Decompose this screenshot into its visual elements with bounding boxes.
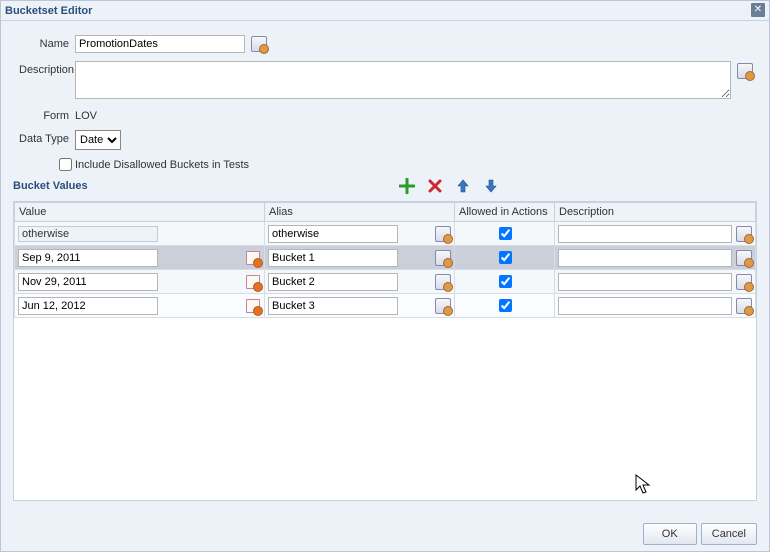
validation-icon[interactable] [435, 226, 451, 242]
datatype-label: Data Type [19, 130, 75, 145]
cancel-button[interactable]: Cancel [701, 523, 757, 545]
datatype-select[interactable]: Date [75, 130, 121, 150]
validation-icon[interactable] [736, 298, 752, 314]
button-bar: OK Cancel [643, 523, 757, 545]
value-field[interactable] [18, 273, 158, 291]
dialog-title: Bucketset Editor [5, 5, 92, 17]
include-disallowed-label[interactable]: Include Disallowed Buckets in Tests [59, 158, 751, 171]
table-row[interactable] [15, 246, 756, 270]
include-disallowed-checkbox[interactable] [59, 158, 72, 171]
col-allowed[interactable]: Allowed in Actions [455, 203, 555, 222]
close-icon[interactable]: ✕ [751, 3, 765, 17]
bucketset-editor-dialog: Bucketset Editor ✕ Name Description Form… [0, 0, 770, 552]
col-description[interactable]: Description [555, 203, 756, 222]
table-row[interactable] [15, 294, 756, 318]
ok-button[interactable]: OK [643, 523, 697, 545]
value-cell: otherwise [18, 226, 158, 242]
alias-field[interactable] [268, 297, 398, 315]
down-icon[interactable] [482, 177, 500, 195]
table-header-row: Value Alias Allowed in Actions Descripti… [15, 203, 756, 222]
validation-icon[interactable] [736, 226, 752, 242]
allowed-checkbox[interactable] [499, 275, 512, 288]
allowed-checkbox[interactable] [499, 299, 512, 312]
up-icon[interactable] [454, 177, 472, 195]
include-disallowed-row: Include Disallowed Buckets in Tests [59, 158, 751, 171]
description-field[interactable] [558, 225, 732, 243]
alias-field[interactable] [268, 273, 398, 291]
col-value[interactable]: Value [15, 203, 265, 222]
alias-field[interactable] [268, 225, 398, 243]
validation-icon[interactable] [435, 298, 451, 314]
bucket-values-header: Bucket Values [13, 180, 88, 192]
value-field[interactable] [18, 297, 158, 315]
value-field[interactable] [18, 249, 158, 267]
calendar-icon[interactable] [245, 274, 261, 290]
form-label: Form [19, 107, 75, 122]
validation-icon[interactable] [435, 250, 451, 266]
description-field[interactable] [558, 273, 732, 291]
description-field[interactable] [75, 61, 731, 99]
bucket-values-table: Value Alias Allowed in Actions Descripti… [13, 201, 757, 501]
allowed-checkbox[interactable] [499, 251, 512, 264]
validation-icon[interactable] [435, 274, 451, 290]
calendar-icon[interactable] [245, 250, 261, 266]
col-alias[interactable]: Alias [265, 203, 455, 222]
bucket-toolbar [398, 175, 500, 197]
table-row[interactable] [15, 270, 756, 294]
name-label: Name [19, 35, 75, 50]
validation-icon[interactable] [737, 63, 753, 79]
description-field[interactable] [558, 249, 732, 267]
name-field[interactable] [75, 35, 245, 53]
delete-icon[interactable] [426, 177, 444, 195]
validation-icon[interactable] [251, 36, 267, 52]
table-row[interactable]: otherwise [15, 222, 756, 246]
titlebar: Bucketset Editor ✕ [1, 1, 769, 21]
add-icon[interactable] [398, 177, 416, 195]
form-area: Name Description Form LOV Data Type Date [1, 21, 769, 175]
allowed-checkbox[interactable] [499, 227, 512, 240]
validation-icon[interactable] [736, 250, 752, 266]
description-field[interactable] [558, 297, 732, 315]
validation-icon[interactable] [736, 274, 752, 290]
calendar-icon[interactable] [245, 298, 261, 314]
form-value: LOV [75, 107, 751, 122]
alias-field[interactable] [268, 249, 398, 267]
description-label: Description [19, 61, 75, 76]
